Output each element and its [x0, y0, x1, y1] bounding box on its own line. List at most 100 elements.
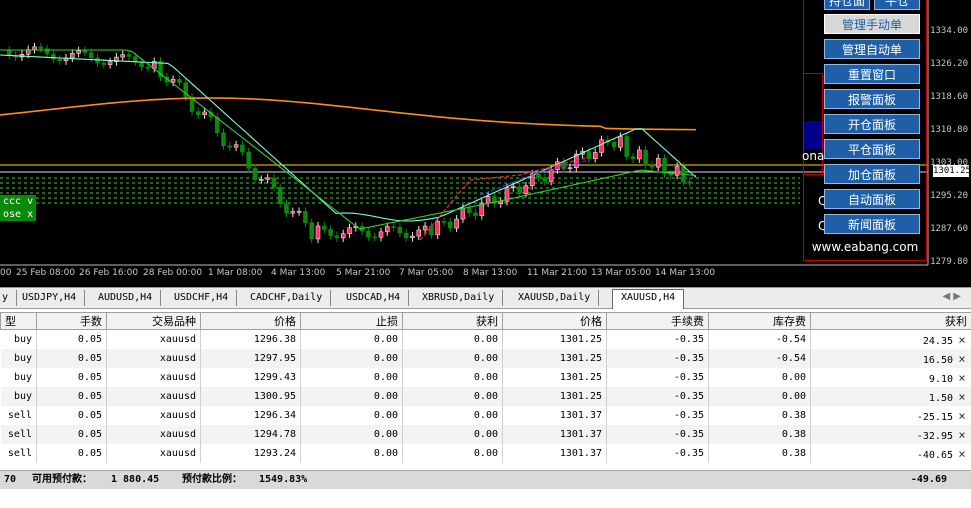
cell-value: xauusd	[159, 334, 196, 345]
cell-value: 16.50	[922, 354, 953, 366]
table-row[interactable]: sell 0.05 xauusd 1293.24 0.00 0.00 1301.37 -0.3…	[0, 444, 971, 463]
cell-value: -0.54	[775, 334, 806, 345]
chart-tab[interactable]: XAUUSD,Daily	[518, 290, 600, 306]
table-cell: 1301.25	[502, 387, 607, 406]
candle-body	[76, 50, 81, 54]
open-panel-button[interactable]: 开仓面板	[824, 114, 920, 134]
table-row[interactable]: sell 0.05 xauusd 1294.78 0.00 0.00 1301.37 -0.3…	[0, 425, 971, 444]
table-cell: xauusd	[106, 329, 201, 349]
candle-body	[240, 144, 245, 153]
table-cell: -0.35	[606, 444, 709, 463]
candle-body	[542, 177, 548, 182]
close-order-icon[interactable]: ×	[957, 428, 967, 442]
candle-body	[277, 187, 283, 205]
table-cell: 0.00	[300, 444, 403, 463]
table-cell: xauusd	[106, 387, 201, 406]
price-tick: 1295.20	[930, 191, 968, 201]
chart-tab[interactable]: USDJPY,H4	[22, 290, 86, 306]
col-current-price[interactable]: 价格	[502, 312, 607, 330]
close-sell-tag[interactable]: ose x	[0, 208, 37, 221]
close-order-icon[interactable]: ×	[957, 409, 967, 423]
close-order-icon[interactable]: ×	[957, 352, 967, 366]
candle-body	[202, 111, 207, 116]
close-order-icon[interactable]: ×	[957, 333, 967, 347]
close-panel-button[interactable]: 平仓面板	[824, 139, 920, 159]
panel-side-text: ona	[802, 149, 825, 163]
table-row[interactable]: sell 0.05 xauusd 1296.34 0.00 0.00 1301.37 -0.3…	[0, 406, 971, 425]
close-order-icon[interactable]: ×	[957, 447, 967, 461]
reset-window-button[interactable]: 重置窗口	[824, 64, 920, 84]
table-cell: 0.05	[36, 406, 107, 425]
chart-tab[interactable]: y	[2, 290, 18, 306]
table-cell: buy	[0, 329, 37, 349]
chart-tab[interactable]: USDCAD,H4	[346, 290, 410, 306]
cell-value: -25.15	[916, 411, 953, 423]
candle-body	[328, 229, 333, 236]
time-tick: 13 Mar 05:00	[591, 268, 652, 278]
col-take-profit[interactable]: 获利	[402, 312, 503, 330]
close-buy-tag[interactable]: ccc v	[0, 195, 37, 208]
col-symbol[interactable]: 交易品种	[106, 312, 201, 330]
alert-panel-button[interactable]: 报警面板	[824, 89, 920, 109]
cell-value: 1301.25	[559, 372, 602, 383]
price-tick: 1326.20	[930, 59, 968, 69]
col-stop-loss[interactable]: 止损	[300, 312, 403, 330]
time-tick: 4 Mar 13:00	[271, 268, 326, 278]
add-position-panel-button[interactable]: 加仓面板	[824, 164, 920, 184]
cell-value: 1301.37	[559, 448, 602, 459]
candle-body	[435, 221, 440, 236]
mid-moving-average	[0, 49, 697, 230]
cell-value: sell	[7, 429, 32, 440]
table-row[interactable]: buy 0.05 xauusd 1300.95 0.00 0.00 1301.25 -0.35…	[0, 387, 971, 406]
cell-value: xauusd	[159, 448, 196, 459]
chart-tab[interactable]: CADCHF,Daily	[250, 290, 332, 306]
candle-body	[233, 144, 239, 148]
cell-value: 0.00	[473, 391, 498, 402]
auto-panel-button[interactable]: 自动面板	[824, 189, 920, 209]
table-row[interactable]: buy 0.05 xauusd 1299.43 0.00 0.00 1301.25 -0.35…	[0, 368, 971, 387]
candle-body	[429, 225, 434, 236]
table-row[interactable]: buy 0.05 xauusd 1297.95 0.00 0.00 1301.25 -0.35…	[0, 349, 971, 368]
col-type[interactable]: 型	[0, 312, 37, 330]
candle-body	[322, 225, 327, 230]
table-cell: sell	[0, 425, 37, 444]
account-status-bar: 70 可用预付款： 1 880.45 预付款比例： 1549.83% -49.6…	[0, 470, 971, 489]
cell-value: -0.35	[673, 353, 704, 364]
table-cell: 1299.43	[200, 368, 301, 387]
candle-body	[145, 66, 151, 69]
candle-body	[70, 53, 75, 59]
cell-value: 1297.95	[253, 353, 296, 364]
website-link[interactable]: www.eabang.com	[808, 240, 922, 254]
chart-tab[interactable]: USDCHF,H4	[174, 290, 238, 306]
close-order-icon[interactable]: ×	[957, 390, 967, 404]
candle-body	[126, 54, 132, 57]
candle-body	[422, 225, 428, 231]
close-order-icon[interactable]: ×	[957, 371, 967, 385]
col-swap[interactable]: 库存费	[708, 312, 811, 330]
trend-line	[419, 157, 586, 241]
table-row[interactable]: buy 0.05 xauusd 1296.38 0.00 0.00 1301.25 -0.35…	[0, 329, 971, 349]
col-profit[interactable]: 获利	[810, 312, 971, 330]
candle-body	[649, 164, 655, 168]
col-commission[interactable]: 手续费	[606, 312, 709, 330]
panel-top-button-1[interactable]: 持仓面	[824, 0, 870, 10]
cell-value: 0.38	[781, 448, 806, 459]
chart-tab[interactable]: XBRUSD,Daily	[422, 290, 504, 306]
auto-orders-button[interactable]: 管理自动单	[824, 39, 920, 59]
price-chart[interactable]: 1334.00 1326.20 1318.60 1310.80 1303.00 …	[0, 0, 971, 287]
cell-value: 1299.43	[253, 372, 296, 383]
cell-value: buy	[13, 372, 32, 383]
candle-body	[7, 49, 12, 56]
chart-tab[interactable]: AUDUSD,H4	[98, 290, 162, 306]
col-lots[interactable]: 手数	[36, 312, 107, 330]
chart-tab-active[interactable]: XAUUSD,H4	[612, 289, 685, 309]
candle-body	[410, 235, 415, 239]
news-panel-button[interactable]: 新闻面板	[824, 214, 920, 234]
col-open-price[interactable]: 价格	[200, 312, 301, 330]
manual-orders-button[interactable]: 管理手动单	[824, 14, 920, 34]
candle-body	[51, 53, 56, 60]
tab-scroll-arrows[interactable]: ◀ ▶	[942, 291, 961, 302]
table-cell: 1293.24	[200, 444, 301, 463]
table-cell: 9.10 ×	[810, 368, 971, 387]
panel-top-button-2[interactable]: 平仓	[874, 0, 920, 10]
